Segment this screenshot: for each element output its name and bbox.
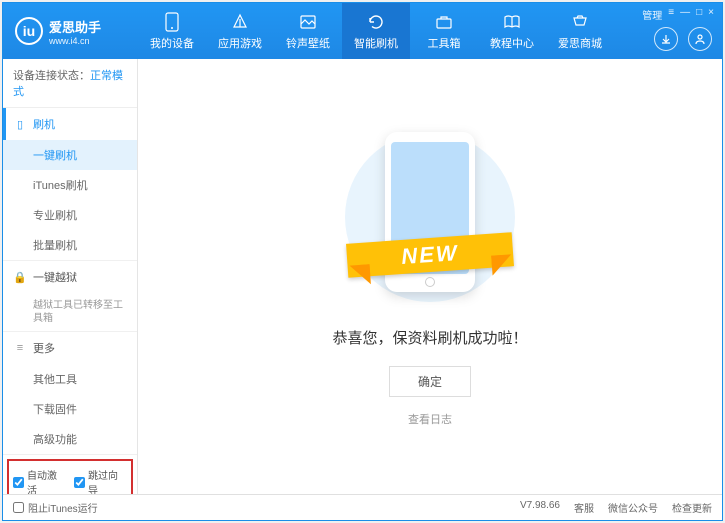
nav-store[interactable]: 爱思商城	[546, 3, 614, 59]
nav-tutorials[interactable]: 教程中心	[478, 3, 546, 59]
sidebar-item-itunes-flash[interactable]: iTunes刷机	[3, 170, 137, 200]
phone-icon	[162, 12, 182, 32]
sidebar-jailbreak-section: 🔒 一键越狱 越狱工具已转移至工具箱	[3, 261, 137, 332]
sidebar-more-section: ≡ 更多 其他工具 下载固件 高级功能	[3, 332, 137, 455]
check-update-link[interactable]: 检查更新	[672, 500, 712, 515]
main-content: NEW 恭喜您，保资料刷机成功啦！ 确定 查看日志	[138, 59, 722, 494]
book-icon	[502, 12, 522, 32]
app-url: www.i4.cn	[49, 36, 101, 46]
checkbox-skip-guide[interactable]: 跳过向导	[74, 467, 127, 494]
window-controls: 管理 ≡ — □ ×	[642, 7, 714, 22]
checkbox-auto-activate[interactable]: 自动激活	[13, 467, 66, 494]
connection-status: 设备连接状态：正常模式	[3, 59, 137, 108]
sidebar-item-pro-flash[interactable]: 专业刷机	[3, 200, 137, 230]
view-log-link[interactable]: 查看日志	[408, 411, 452, 427]
refresh-icon	[366, 12, 386, 32]
sidebar-item-other-tools[interactable]: 其他工具	[3, 364, 137, 394]
nav-toolbox[interactable]: 工具箱	[410, 3, 478, 59]
sidebar-item-advanced[interactable]: 高级功能	[3, 424, 137, 454]
sidebar-more-header[interactable]: ≡ 更多	[3, 332, 137, 364]
header-action-buttons	[654, 27, 712, 51]
sidebar-item-download-firmware[interactable]: 下载固件	[3, 394, 137, 424]
app-window: iu 爱思助手 www.i4.cn 我的设备 应用游戏 铃声壁纸 智能刷机	[2, 2, 723, 521]
options-highlighted: 自动激活 跳过向导	[7, 459, 133, 494]
checkbox-block-itunes[interactable]: 阻止iTunes运行	[13, 500, 98, 515]
phone-icon: ▯	[13, 117, 27, 131]
download-button[interactable]	[654, 27, 678, 51]
logo-text: 爱思助手 www.i4.cn	[49, 17, 101, 46]
app-name: 爱思助手	[49, 17, 101, 36]
sidebar-item-oneclick-flash[interactable]: 一键刷机	[3, 140, 137, 170]
version-label: V7.98.66	[520, 500, 560, 515]
logo-area: iu 爱思助手 www.i4.cn	[3, 17, 138, 46]
body: 设备连接状态：正常模式 ▯ 刷机 一键刷机 iTunes刷机 专业刷机 批量刷机…	[3, 59, 722, 494]
close-icon[interactable]: ×	[708, 7, 714, 22]
nav-ringtones[interactable]: 铃声壁纸	[274, 3, 342, 59]
sidebar-jailbreak-header[interactable]: 🔒 一键越狱	[3, 261, 137, 293]
main-nav: 我的设备 应用游戏 铃声壁纸 智能刷机 工具箱 教程中心	[138, 3, 614, 59]
cart-icon	[570, 12, 590, 32]
ok-button[interactable]: 确定	[389, 366, 471, 397]
footer: 阻止iTunes运行 V7.98.66 客服 微信公众号 检查更新	[3, 494, 722, 520]
footer-right: V7.98.66 客服 微信公众号 检查更新	[520, 500, 712, 515]
wechat-link[interactable]: 微信公众号	[608, 500, 658, 515]
list-icon: ≡	[13, 341, 27, 355]
success-illustration: NEW	[365, 127, 495, 307]
title-bar: iu 爱思助手 www.i4.cn 我的设备 应用游戏 铃声壁纸 智能刷机	[3, 3, 722, 59]
lock-icon: 🔒	[13, 270, 27, 284]
maximize-icon[interactable]: □	[696, 7, 702, 22]
jailbreak-note: 越狱工具已转移至工具箱	[3, 293, 137, 331]
user-button[interactable]	[688, 27, 712, 51]
nav-my-device[interactable]: 我的设备	[138, 3, 206, 59]
sidebar: 设备连接状态：正常模式 ▯ 刷机 一键刷机 iTunes刷机 专业刷机 批量刷机…	[3, 59, 138, 494]
nav-apps[interactable]: 应用游戏	[206, 3, 274, 59]
toolbox-icon	[434, 12, 454, 32]
sidebar-item-batch-flash[interactable]: 批量刷机	[3, 230, 137, 260]
wallpaper-icon	[298, 12, 318, 32]
success-message: 恭喜您，保资料刷机成功啦！	[332, 327, 527, 348]
nav-flash[interactable]: 智能刷机	[342, 3, 410, 59]
minimize-icon[interactable]: —	[680, 7, 690, 22]
sidebar-flash-header[interactable]: ▯ 刷机	[3, 108, 137, 140]
logo-icon: iu	[15, 17, 43, 45]
manage-link[interactable]: 管理	[642, 7, 662, 22]
menu-icon[interactable]: ≡	[668, 7, 674, 22]
sidebar-flash-section: ▯ 刷机 一键刷机 iTunes刷机 专业刷机 批量刷机	[3, 108, 137, 261]
apps-icon	[230, 12, 250, 32]
customer-service-link[interactable]: 客服	[574, 500, 594, 515]
